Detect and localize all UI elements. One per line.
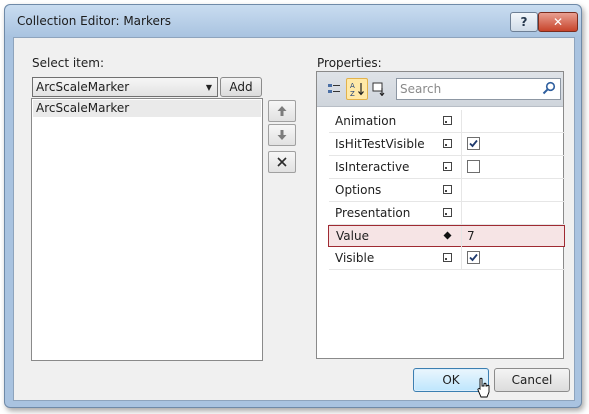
- categorized-view-button[interactable]: [324, 79, 344, 99]
- checkbox-checked[interactable]: [467, 251, 480, 264]
- property-marker-icon[interactable]: [443, 139, 452, 148]
- property-name: Presentation: [335, 206, 411, 220]
- add-button[interactable]: Add: [220, 77, 262, 97]
- property-row[interactable]: IsInteractive: [329, 156, 565, 179]
- property-marker-icon[interactable]: [443, 185, 452, 194]
- checkbox-checked[interactable]: [467, 137, 480, 150]
- help-button[interactable]: ?: [510, 12, 538, 32]
- sort-az-icon: A Z: [350, 82, 364, 97]
- property-row[interactable]: IsHitTestVisible: [329, 133, 565, 156]
- svg-text:A: A: [350, 82, 355, 90]
- property-row[interactable]: Visible: [329, 247, 565, 270]
- items-listbox[interactable]: ArcScaleMarker: [31, 98, 263, 361]
- svg-text:Z: Z: [350, 90, 355, 97]
- move-up-button[interactable]: [268, 100, 296, 122]
- property-row[interactable]: Animation: [329, 110, 565, 133]
- property-name: IsInteractive: [335, 160, 410, 174]
- dialog-content: Select item: ArcScaleMarker ▼ Add ArcSca…: [13, 37, 575, 401]
- column-divider: [461, 202, 462, 224]
- search-icon[interactable]: [542, 81, 556, 95]
- checkbox-unchecked[interactable]: [467, 160, 480, 173]
- property-name: IsHitTestVisible: [335, 137, 425, 151]
- property-marker-set-icon[interactable]: [443, 231, 452, 240]
- events-icon: [372, 82, 385, 96]
- property-marker-icon[interactable]: [443, 253, 452, 262]
- list-item[interactable]: ArcScaleMarker: [33, 100, 261, 117]
- cancel-button[interactable]: Cancel: [494, 368, 570, 392]
- alphabetical-sort-button[interactable]: A Z: [346, 78, 368, 100]
- property-name: Visible: [335, 251, 375, 265]
- property-marker-icon[interactable]: [443, 116, 452, 125]
- column-divider: [461, 179, 462, 201]
- property-row[interactable]: Options: [329, 179, 565, 202]
- combo-value: ArcScaleMarker: [36, 80, 130, 94]
- checkmark-icon: [469, 139, 478, 148]
- property-name: Value: [336, 229, 369, 243]
- close-button[interactable]: ✕: [538, 12, 578, 32]
- property-rows: Animation IsHitTestVisible IsInteractive Op…: [328, 110, 565, 270]
- collection-editor-window: Collection Editor: Markers ? ✕ Select it…: [4, 4, 582, 408]
- checkmark-icon: [469, 253, 478, 262]
- search-input[interactable]: [400, 81, 535, 96]
- chevron-down-icon[interactable]: ▼: [206, 83, 212, 92]
- property-row[interactable]: Presentation: [329, 202, 565, 225]
- select-item-label: Select item:: [32, 56, 104, 70]
- column-divider: [461, 247, 462, 269]
- column-divider: [461, 156, 462, 178]
- arrow-up-icon: [277, 106, 287, 116]
- move-down-button[interactable]: [268, 124, 296, 146]
- property-search-box[interactable]: [396, 78, 561, 100]
- column-divider: [461, 110, 462, 132]
- title-bar[interactable]: Collection Editor: Markers ? ✕: [5, 5, 581, 37]
- remove-item-button[interactable]: [268, 151, 296, 173]
- show-events-button[interactable]: [369, 79, 389, 99]
- property-marker-icon[interactable]: [443, 208, 452, 217]
- categorized-icon: [328, 84, 340, 93]
- property-row[interactable]: Value 7: [328, 225, 565, 248]
- property-value[interactable]: 7: [467, 229, 475, 243]
- properties-label: Properties:: [317, 56, 382, 70]
- arrow-down-icon: [277, 130, 287, 140]
- mouse-pointer-icon: [477, 377, 490, 398]
- window-title: Collection Editor: Markers: [17, 14, 172, 28]
- property-marker-icon[interactable]: [443, 162, 452, 171]
- property-name: Animation: [335, 114, 397, 128]
- close-icon: [277, 157, 287, 167]
- property-grid-toolbar: A Z: [317, 72, 563, 107]
- column-divider: [461, 226, 462, 248]
- property-grid: A Z Search Animation IsHitTestVisible Is…: [316, 71, 565, 359]
- property-name: Options: [335, 183, 382, 197]
- item-type-combobox[interactable]: ArcScaleMarker ▼: [32, 77, 218, 97]
- column-divider: [461, 133, 462, 155]
